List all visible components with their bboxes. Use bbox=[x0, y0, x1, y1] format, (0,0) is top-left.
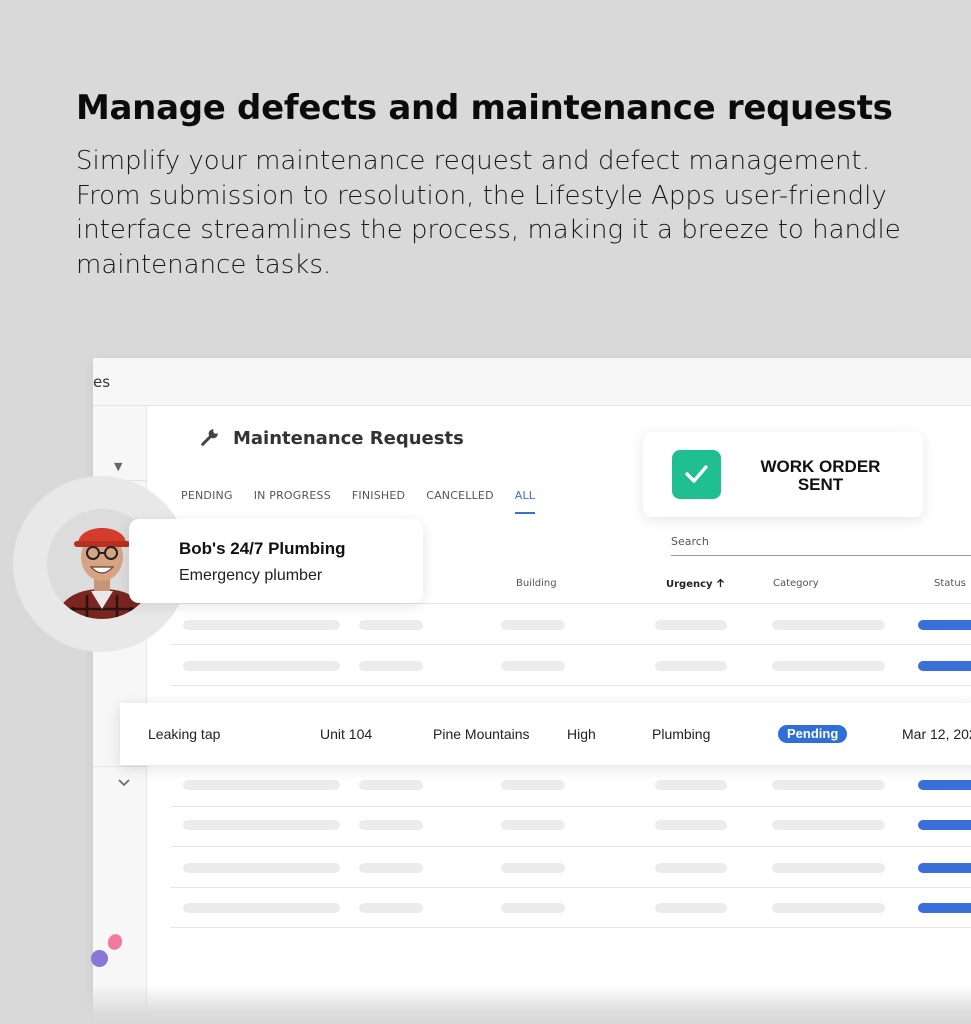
placeholder-bar bbox=[772, 903, 885, 913]
contractor-name: Bob's 24/7 Plumbing bbox=[179, 539, 346, 558]
placeholder-bar bbox=[655, 863, 727, 873]
wrench-icon bbox=[201, 428, 219, 446]
request-unit: Unit 104 bbox=[320, 726, 373, 742]
table-divider bbox=[171, 806, 971, 807]
placeholder-bar bbox=[183, 820, 340, 830]
request-category: Plumbing bbox=[652, 726, 711, 742]
work-order-text: WORK ORDER SENT bbox=[760, 457, 881, 494]
tab-finished[interactable]: FINISHED bbox=[352, 489, 405, 502]
placeholder-bar bbox=[772, 620, 885, 630]
request-title: Leaking tap bbox=[148, 726, 221, 742]
page-title: Maintenance Requests bbox=[233, 428, 464, 449]
tab-pending[interactable]: PENDING bbox=[181, 489, 233, 502]
placeholder-bar bbox=[501, 661, 565, 671]
placeholder-bar bbox=[772, 863, 885, 873]
placeholder-bar bbox=[359, 620, 423, 630]
column-header-category[interactable]: Category bbox=[773, 578, 819, 589]
placeholder-bar bbox=[501, 863, 565, 873]
placeholder-bar bbox=[183, 863, 340, 873]
placeholder-bar bbox=[183, 661, 340, 671]
tab-cancelled[interactable]: CANCELLED bbox=[426, 489, 494, 502]
placeholder-bar bbox=[655, 620, 727, 630]
table-divider bbox=[171, 846, 971, 847]
status-badge: Pending bbox=[778, 725, 848, 743]
placeholder-bar bbox=[655, 820, 727, 830]
status-tabs: PENDING IN PROGRESS FINISHED CANCELLED A… bbox=[181, 489, 556, 514]
placeholder-bar bbox=[183, 780, 340, 790]
placeholder-bar bbox=[359, 863, 423, 873]
placeholder-bar bbox=[772, 661, 885, 671]
window-titlebar: es bbox=[93, 358, 971, 406]
tab-in-progress[interactable]: IN PROGRESS bbox=[254, 489, 331, 502]
contractor-role: Emergency plumber bbox=[179, 567, 323, 584]
status-placeholder bbox=[918, 820, 971, 830]
column-header-status[interactable]: Status bbox=[934, 578, 966, 589]
request-urgency: High bbox=[567, 726, 596, 742]
headline: Manage defects and maintenance requests bbox=[76, 88, 893, 128]
chevron-down-icon[interactable]: ▼ bbox=[114, 460, 122, 473]
table-divider bbox=[171, 887, 971, 888]
sidebar-divider bbox=[93, 766, 147, 767]
arrow-up-icon bbox=[717, 578, 725, 587]
column-header-urgency-label: Urgency bbox=[666, 579, 713, 590]
placeholder-bar bbox=[772, 820, 885, 830]
bottom-fade bbox=[0, 985, 971, 1024]
placeholder-bar bbox=[501, 620, 565, 630]
work-order-card: WORK ORDER SENT bbox=[643, 432, 923, 517]
status-placeholder bbox=[918, 903, 971, 913]
subtext: Simplify your maintenance request and de… bbox=[76, 146, 901, 280]
placeholder-bar bbox=[655, 780, 727, 790]
request-building: Pine Mountains bbox=[433, 726, 530, 742]
placeholder-bar bbox=[359, 661, 423, 671]
placeholder-bar bbox=[359, 820, 423, 830]
placeholder-bar bbox=[501, 780, 565, 790]
table-divider bbox=[171, 644, 971, 645]
chevron-down-icon[interactable] bbox=[118, 779, 130, 787]
placeholder-bar bbox=[183, 903, 340, 913]
table-divider bbox=[171, 927, 971, 928]
placeholder-bar bbox=[772, 780, 885, 790]
column-header-urgency[interactable]: Urgency bbox=[666, 578, 725, 590]
status-placeholder bbox=[918, 780, 971, 790]
decorative-blob bbox=[105, 932, 125, 952]
table-divider bbox=[171, 685, 971, 686]
tab-all[interactable]: ALL bbox=[514, 489, 536, 514]
table-divider bbox=[171, 603, 971, 604]
titlebar-text: es bbox=[93, 373, 111, 391]
contractor-card: Bob's 24/7 Plumbing Emergency plumber bbox=[129, 519, 423, 603]
status-placeholder bbox=[918, 620, 971, 630]
placeholder-bar bbox=[655, 661, 727, 671]
column-header-building[interactable]: Building bbox=[516, 578, 557, 589]
placeholder-bar bbox=[501, 903, 565, 913]
search-input[interactable]: Search bbox=[671, 535, 709, 548]
placeholder-bar bbox=[183, 620, 340, 630]
placeholder-bar bbox=[501, 820, 565, 830]
status-placeholder bbox=[918, 863, 971, 873]
request-date: Mar 12, 202 bbox=[902, 726, 971, 742]
search-underline bbox=[671, 555, 971, 556]
decorative-blob bbox=[91, 950, 108, 967]
status-placeholder bbox=[918, 661, 971, 671]
check-icon bbox=[672, 450, 721, 499]
placeholder-bar bbox=[655, 903, 727, 913]
placeholder-bar bbox=[359, 903, 423, 913]
placeholder-bar bbox=[359, 780, 423, 790]
highlighted-table-row[interactable]: Leaking tap Unit 104 Pine Mountains High… bbox=[120, 703, 971, 765]
